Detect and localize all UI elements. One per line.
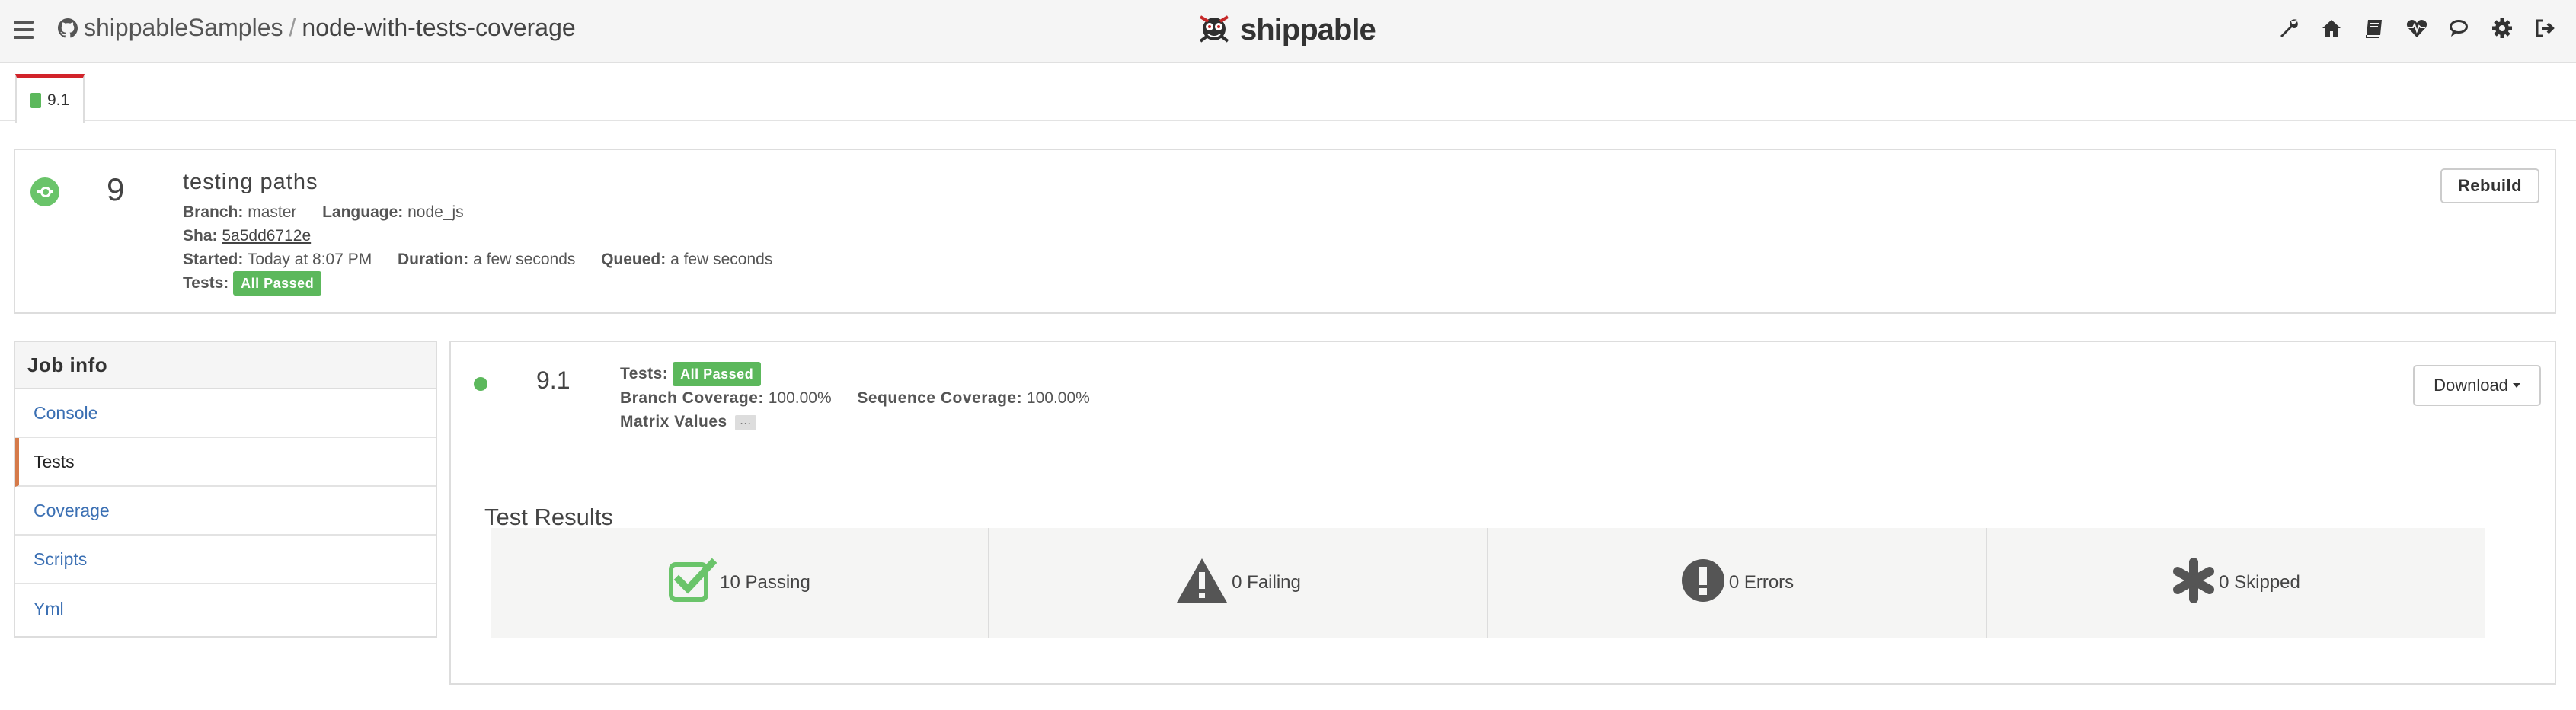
job-info-sidebar: Job info Console Tests Coverage Scripts …	[14, 341, 437, 638]
test-results-summary: 10 Passing 0 Failing 0 Errors 0 Skipped	[491, 528, 2485, 638]
warning-icon	[1175, 557, 1229, 609]
job-tests-status-badge: All Passed	[673, 362, 762, 387]
build-timing-row: Started: Today at 8:07 PM Duration: a fe…	[183, 248, 772, 271]
branch-value: master	[248, 203, 297, 221]
rebuild-button[interactable]: Rebuild	[2440, 168, 2539, 203]
exclamation-circle-icon	[1680, 558, 1726, 609]
nav-icon-bar	[2277, 17, 2556, 40]
top-navbar: shippableSamples / node-with-tests-coverag…	[0, 0, 2576, 63]
brand-logo[interactable]: shippable	[1196, 11, 1376, 50]
sha-link[interactable]: 5a5dd6712e	[222, 227, 311, 245]
failing-count: 0 Failing	[1232, 572, 1301, 593]
tab-job-9-1[interactable]: 9.1	[15, 74, 85, 123]
tab-label: 9.1	[47, 91, 70, 109]
job-detail-panel: 9.1 Tests: All Passed Branch Coverage: 1…	[449, 341, 2556, 685]
errors-cell: 0 Errors	[1488, 528, 1987, 638]
matrix-values-toggle[interactable]: …	[734, 414, 756, 430]
duration-label: Duration:	[397, 251, 469, 268]
started-value: Today at 8:07 PM	[247, 251, 372, 268]
job-tab-strip: 9.1	[0, 63, 2576, 123]
brand-name: shippable	[1240, 13, 1376, 46]
build-branch-row: Branch: master Language: node_js	[183, 200, 772, 224]
skipped-cell: 0 Skipped	[1987, 528, 2485, 638]
breadcrumb: shippableSamples / node-with-tests-coverag…	[84, 14, 576, 42]
wrench-icon[interactable]	[2277, 17, 2300, 40]
job-status-dot	[474, 377, 487, 391]
sidebar-item-console[interactable]: Console	[15, 389, 436, 438]
build-number: 9	[107, 171, 125, 207]
job-matrix-row: Matrix Values …	[620, 410, 1090, 433]
caret-down-icon	[2512, 383, 2520, 388]
passing-cell: 10 Passing	[491, 528, 989, 638]
check-square-icon	[668, 558, 718, 608]
passing-count: 10 Passing	[720, 572, 810, 593]
job-status-icon	[30, 92, 41, 108]
breadcrumb-org[interactable]: shippableSamples	[84, 14, 283, 41]
job-tests-row: Tests: All Passed	[620, 362, 1090, 387]
job-tests-label: Tests:	[620, 365, 669, 382]
language-value: node_js	[407, 203, 464, 221]
home-icon[interactable]	[2320, 17, 2343, 40]
job-details: Tests: All Passed Branch Coverage: 100.0…	[620, 362, 1090, 433]
breadcrumb-separator: /	[289, 14, 296, 41]
matrix-values-label: Matrix Values	[620, 413, 727, 431]
failing-cell: 0 Failing	[989, 528, 1488, 638]
duration-value: a few seconds	[473, 251, 576, 268]
shippable-mascot-icon	[1196, 11, 1232, 50]
commit-status-icon	[30, 178, 59, 206]
gear-icon[interactable]	[2491, 17, 2514, 40]
sha-label: Sha:	[183, 227, 218, 245]
sign-out-icon[interactable]	[2533, 17, 2556, 40]
queued-label: Queued:	[601, 251, 666, 268]
sequence-coverage-value: 100.00%	[1026, 389, 1090, 408]
asterisk-icon	[2172, 557, 2216, 609]
download-button[interactable]: Download	[2413, 365, 2541, 406]
skipped-count: 0 Skipped	[2219, 572, 2300, 593]
book-icon[interactable]	[2363, 17, 2386, 40]
queued-value: a few seconds	[670, 251, 773, 268]
build-summary-panel: 9 testing paths Branch: master Language:…	[14, 149, 2556, 314]
build-sha-row: Sha: 5a5dd6712e	[183, 224, 772, 248]
comments-icon[interactable]	[2448, 17, 2471, 40]
tests-status-badge: All Passed	[233, 271, 322, 296]
breadcrumb-repo[interactable]: node-with-tests-coverage	[302, 14, 575, 41]
job-number: 9.1	[536, 366, 570, 394]
sequence-coverage-label: Sequence Coverage:	[857, 389, 1023, 408]
tests-label: Tests:	[183, 274, 229, 292]
branch-coverage-value: 100.00%	[768, 389, 832, 408]
language-label: Language:	[322, 203, 404, 221]
sidebar-item-tests[interactable]: Tests	[15, 438, 436, 487]
sidebar-item-coverage[interactable]: Coverage	[15, 487, 436, 536]
download-label: Download	[2434, 376, 2508, 395]
test-results-title: Test Results	[484, 504, 613, 530]
build-tests-row: Tests: All Passed	[183, 271, 772, 296]
job-coverage-row: Branch Coverage: 100.00% Sequence Covera…	[620, 386, 1090, 410]
errors-count: 0 Errors	[1728, 572, 1795, 593]
sidebar-item-yml[interactable]: Yml	[15, 584, 436, 633]
menu-icon[interactable]	[14, 21, 34, 39]
heartbeat-icon[interactable]	[2405, 17, 2428, 40]
branch-coverage-label: Branch Coverage:	[620, 389, 764, 408]
build-details: testing paths Branch: master Language: n…	[183, 170, 772, 296]
sidebar-title: Job info	[15, 342, 436, 389]
github-icon	[58, 18, 78, 42]
branch-label: Branch:	[183, 203, 244, 221]
build-title: testing paths	[183, 170, 318, 194]
sidebar-item-scripts[interactable]: Scripts	[15, 536, 436, 584]
started-label: Started:	[183, 251, 244, 268]
